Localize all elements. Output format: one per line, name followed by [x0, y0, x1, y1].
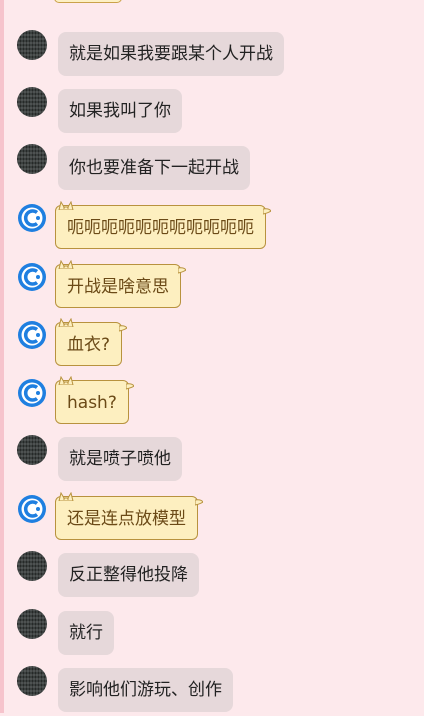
message-bubble[interactable]: 如果我叫了你	[58, 89, 182, 133]
message-bubble[interactable]: 血衣?	[55, 318, 128, 366]
message-row-friend: 就行	[0, 609, 424, 659]
message-text: 影响他们游玩、创作	[69, 680, 222, 700]
previous-message-bubble-fragment	[54, 0, 122, 3]
friend-avatar[interactable]	[17, 87, 47, 117]
bubble-tail-decoration-icon	[125, 383, 134, 390]
my-avatar[interactable]	[17, 378, 47, 408]
message-text: 就是如果我要跟某个人开战	[69, 44, 273, 64]
friend-avatar[interactable]	[17, 144, 47, 174]
message-text: 如果我叫了你	[69, 101, 171, 121]
c-logo-icon	[18, 321, 46, 349]
message-bubble[interactable]: hash?	[55, 376, 134, 424]
message-bubble[interactable]: 就是如果我要跟某个人开战	[58, 32, 284, 76]
friend-avatar[interactable]	[17, 435, 47, 465]
my-avatar[interactable]	[17, 262, 47, 292]
message-row-friend: 影响他们游玩、创作	[0, 666, 424, 716]
cat-ears-decoration-icon	[58, 318, 74, 327]
message-row-me: 开战是啥意思	[0, 260, 424, 312]
message-bubble[interactable]: 呃呃呃呃呃呃呃呃呃呃呃	[55, 201, 271, 249]
my-avatar[interactable]	[17, 494, 47, 524]
message-row-me: hash?	[0, 376, 424, 428]
bubble-tail-decoration-icon	[263, 208, 271, 215]
message-text: 就行	[69, 623, 103, 643]
message-row-friend: 就是如果我要跟某个人开战	[0, 30, 424, 80]
message-bubble[interactable]: 你也要准备下一起开战	[58, 146, 250, 190]
message-text: 还是连点放模型	[67, 509, 186, 529]
cat-ears-decoration-icon	[58, 376, 74, 385]
c-logo-icon	[18, 204, 46, 232]
message-bubble[interactable]: 反正整得他投降	[58, 553, 199, 597]
message-text: 反正整得他投降	[69, 565, 188, 585]
cat-ears-decoration-icon	[58, 260, 74, 269]
message-row-me: 呃呃呃呃呃呃呃呃呃呃呃	[0, 201, 424, 253]
message-text: 呃呃呃呃呃呃呃呃呃呃呃	[67, 218, 254, 238]
bubble-tail-decoration-icon	[195, 499, 203, 506]
c-logo-icon	[18, 495, 46, 523]
friend-avatar[interactable]	[17, 666, 47, 696]
c-logo-icon	[18, 379, 46, 407]
my-avatar[interactable]	[17, 203, 47, 233]
message-bubble[interactable]: 还是连点放模型	[55, 492, 203, 540]
cat-ears-decoration-icon	[58, 201, 74, 210]
message-row-friend: 反正整得他投降	[0, 551, 424, 601]
message-text: 开战是啥意思	[67, 277, 169, 297]
message-bubble[interactable]: 就行	[58, 611, 114, 655]
message-row-friend: 如果我叫了你	[0, 87, 424, 137]
message-bubble[interactable]: 开战是啥意思	[55, 260, 186, 308]
message-text: 就是喷子喷他	[69, 449, 171, 469]
bubble-tail-decoration-icon	[178, 267, 186, 274]
message-row-friend: 你也要准备下一起开战	[0, 144, 424, 194]
cat-ears-decoration-icon	[58, 492, 74, 501]
message-row-me: 血衣?	[0, 318, 424, 370]
bubble-tail-decoration-icon	[119, 325, 128, 332]
message-bubble[interactable]: 就是喷子喷他	[58, 437, 182, 481]
message-row-me: 还是连点放模型	[0, 492, 424, 544]
friend-avatar[interactable]	[17, 609, 47, 639]
message-text: 血衣?	[67, 335, 111, 355]
friend-avatar[interactable]	[17, 30, 47, 60]
message-row-friend: 就是喷子喷他	[0, 435, 424, 485]
message-text: hash?	[67, 393, 117, 413]
friend-avatar[interactable]	[17, 551, 47, 581]
my-avatar[interactable]	[17, 320, 47, 350]
message-bubble[interactable]: 影响他们游玩、创作	[58, 668, 233, 712]
c-logo-icon	[18, 263, 46, 291]
message-text: 你也要准备下一起开战	[69, 158, 239, 178]
